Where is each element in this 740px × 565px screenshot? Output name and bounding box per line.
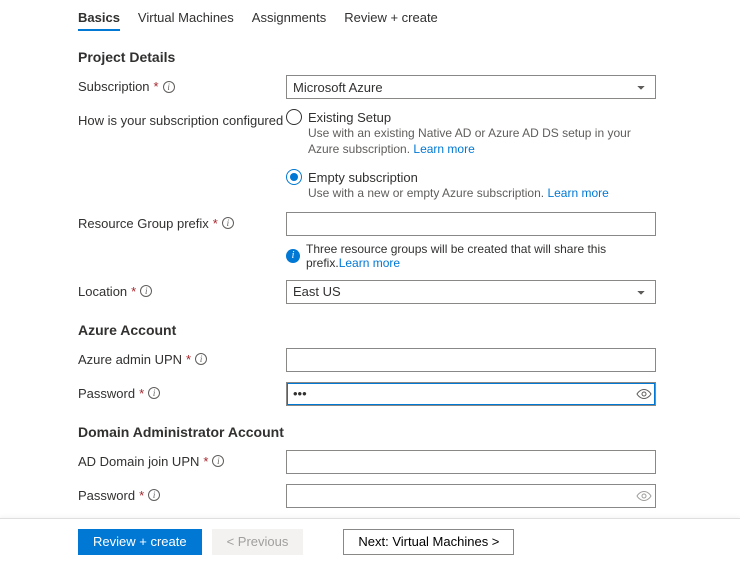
info-icon[interactable]: i <box>222 217 234 229</box>
required-marker: * <box>213 216 218 231</box>
label-admin-upn: Azure admin UPN <box>78 352 182 367</box>
tab-basics[interactable]: Basics <box>78 6 120 31</box>
label-rg-prefix: Resource Group prefix <box>78 216 209 231</box>
ad-join-upn-input[interactable] <box>286 450 656 474</box>
required-marker: * <box>139 488 144 503</box>
learn-more-link[interactable]: Learn more <box>339 256 400 270</box>
radio-empty-title: Empty subscription <box>308 170 418 185</box>
tab-review-create[interactable]: Review + create <box>344 6 438 31</box>
review-create-button[interactable]: Review + create <box>78 529 202 555</box>
label-password: Password <box>78 386 135 401</box>
section-project-details: Project Details <box>78 49 740 65</box>
location-select[interactable]: East US <box>286 280 656 304</box>
info-icon[interactable]: i <box>212 455 224 467</box>
next-button[interactable]: Next: Virtual Machines > <box>343 529 514 555</box>
label-location: Location <box>78 284 127 299</box>
radio-empty-subscription[interactable]: Empty subscription Use with a new or emp… <box>286 169 656 201</box>
info-circle-icon: i <box>286 249 300 263</box>
section-domain-admin: Domain Administrator Account <box>78 424 740 440</box>
subscription-select[interactable]: Microsoft Azure <box>286 75 656 99</box>
label-password2: Password <box>78 488 135 503</box>
rg-prefix-input[interactable] <box>286 212 656 236</box>
tab-virtual-machines[interactable]: Virtual Machines <box>138 6 234 31</box>
learn-more-link[interactable]: Learn more <box>413 142 474 156</box>
required-marker: * <box>186 352 191 367</box>
required-marker: * <box>203 454 208 469</box>
section-azure-account: Azure Account <box>78 322 740 338</box>
learn-more-link[interactable]: Learn more <box>547 186 608 200</box>
label-ad-join-upn: AD Domain join UPN <box>78 454 199 469</box>
password-input[interactable] <box>286 382 656 406</box>
radio-icon <box>286 169 302 185</box>
required-marker: * <box>131 284 136 299</box>
required-marker: * <box>154 79 159 94</box>
info-icon[interactable]: i <box>195 353 207 365</box>
radio-empty-desc: Use with a new or empty Azure subscripti… <box>308 186 544 200</box>
info-icon[interactable]: i <box>148 489 160 501</box>
tab-assignments[interactable]: Assignments <box>252 6 326 31</box>
footer-bar: Review + create < Previous Next: Virtual… <box>0 518 740 565</box>
radio-icon <box>286 109 302 125</box>
tab-bar: Basics Virtual Machines Assignments Revi… <box>78 0 740 31</box>
admin-upn-input[interactable] <box>286 348 656 372</box>
required-marker: * <box>139 386 144 401</box>
domain-password-input[interactable] <box>286 484 656 508</box>
label-how-configured: How is your subscription configured <box>78 113 283 128</box>
info-icon[interactable]: i <box>163 81 175 93</box>
radio-existing-title: Existing Setup <box>308 110 391 125</box>
info-icon[interactable]: i <box>140 285 152 297</box>
info-icon[interactable]: i <box>148 387 160 399</box>
label-subscription: Subscription <box>78 79 150 94</box>
previous-button: < Previous <box>212 529 304 555</box>
radio-existing-setup[interactable]: Existing Setup Use with an existing Nati… <box>286 109 656 157</box>
